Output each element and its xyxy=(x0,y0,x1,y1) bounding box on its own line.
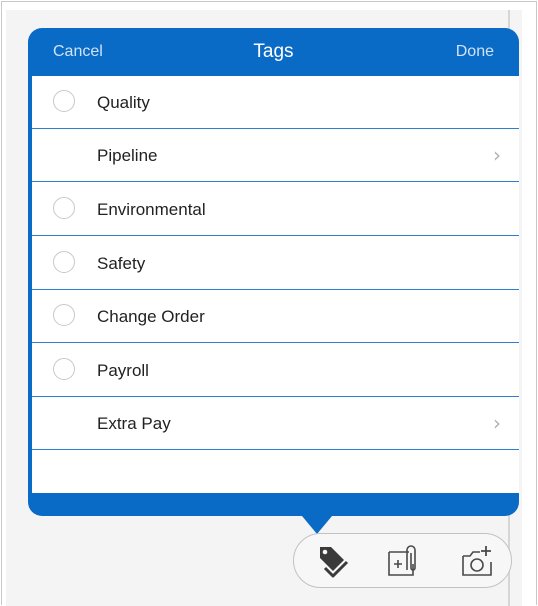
tag-icon[interactable] xyxy=(311,544,349,578)
tags-list: Quality Pipeline › Environmental Safety … xyxy=(32,76,519,493)
tag-row-quality[interactable]: Quality xyxy=(32,76,519,129)
popover-header: Cancel Tags Done xyxy=(28,28,519,76)
attach-file-icon[interactable] xyxy=(385,544,421,578)
tag-label: Extra Pay xyxy=(97,414,171,433)
tag-label: Pipeline xyxy=(97,146,158,165)
tag-row-payroll[interactable]: Payroll xyxy=(32,344,519,397)
add-photo-icon[interactable] xyxy=(460,544,496,578)
tag-label: Environmental xyxy=(97,200,206,219)
chevron-right-icon: › xyxy=(493,411,501,435)
done-button[interactable]: Done xyxy=(456,28,494,76)
tag-label: Quality xyxy=(97,93,150,112)
tag-row-safety[interactable]: Safety xyxy=(32,237,519,290)
tags-popover: Cancel Tags Done Quality Pipeline › Envi… xyxy=(28,28,519,516)
tag-label: Payroll xyxy=(97,361,149,380)
radio-button[interactable] xyxy=(53,304,75,326)
tag-label: Safety xyxy=(97,254,146,273)
popover-title: Tags xyxy=(253,41,294,62)
radio-button[interactable] xyxy=(53,358,75,380)
tag-row-extra-pay[interactable]: Extra Pay › xyxy=(32,397,519,450)
radio-button[interactable] xyxy=(53,197,75,219)
tag-label: Change Order xyxy=(97,307,205,326)
radio-button[interactable] xyxy=(53,251,75,273)
chevron-right-icon: › xyxy=(493,143,501,167)
tag-row-change-order[interactable]: Change Order xyxy=(32,290,519,343)
bottom-toolbar xyxy=(293,533,512,588)
popover-arrow xyxy=(302,516,332,534)
tag-row-environmental[interactable]: Environmental xyxy=(32,183,519,236)
tag-row-pipeline[interactable]: Pipeline › xyxy=(32,129,519,182)
radio-button[interactable] xyxy=(53,90,75,112)
